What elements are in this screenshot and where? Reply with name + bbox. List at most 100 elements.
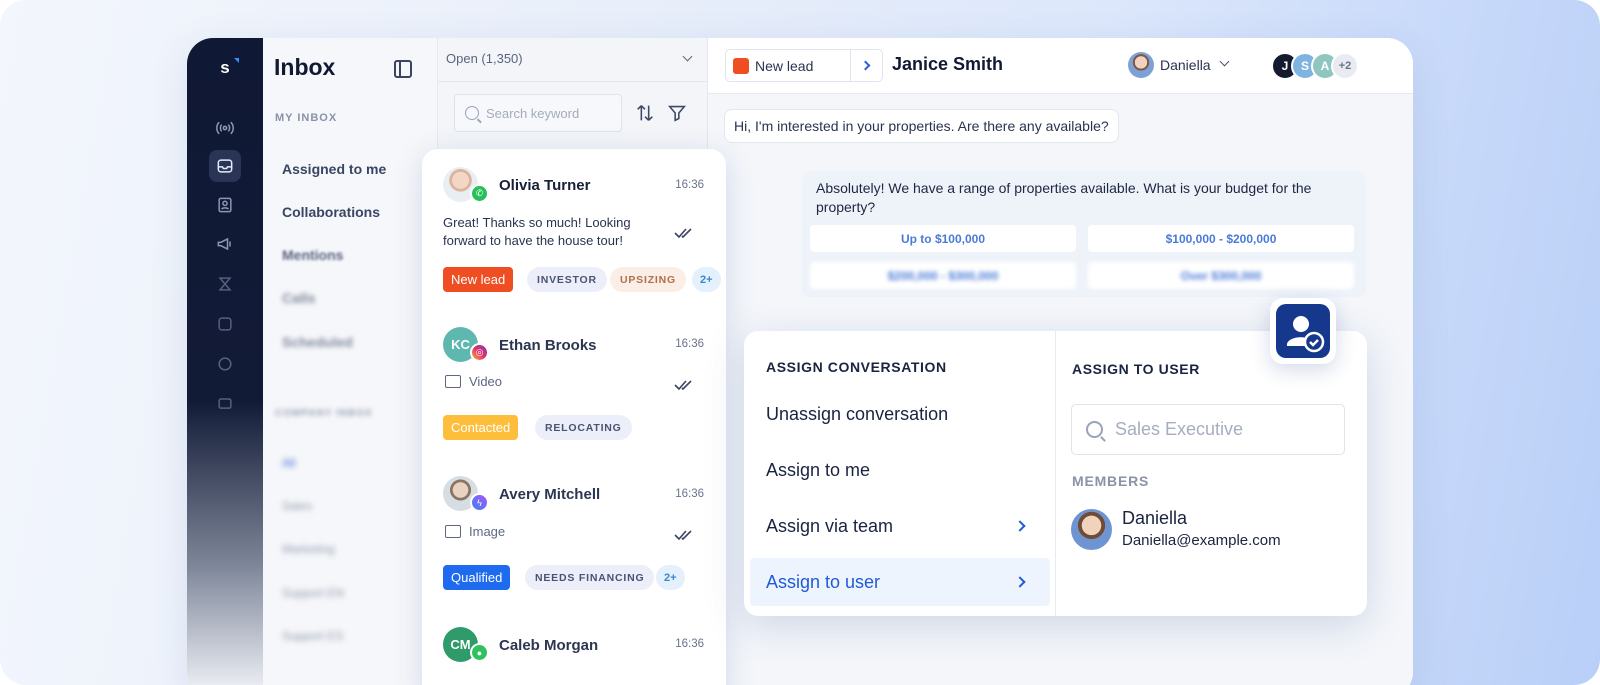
user-search-box[interactable] — [1071, 404, 1345, 455]
chevron-right-icon — [1014, 576, 1026, 588]
assign-to-me-option[interactable]: Assign to me — [750, 446, 1050, 494]
nav-item-sales[interactable]: Sales — [282, 499, 312, 513]
app-rail: s — [187, 38, 263, 685]
nav-item-collaborations[interactable]: Collaborations — [282, 204, 380, 220]
search-input[interactable] — [486, 105, 606, 121]
timestamp: 16:36 — [675, 638, 704, 650]
stage-tag: New lead — [443, 267, 514, 292]
image-icon — [445, 525, 461, 538]
budget-option[interactable]: $100,000 - $200,000 — [1088, 225, 1354, 252]
media-preview: Video — [445, 374, 502, 389]
messenger-icon: ϟ — [470, 493, 489, 512]
search-box[interactable] — [454, 94, 622, 132]
assign-options-panel: ASSIGN CONVERSATION Unassign conversatio… — [744, 331, 1056, 616]
stage-tag: Contacted — [443, 415, 519, 440]
label-tag: INVESTOR — [527, 267, 607, 292]
list-item[interactable]: KC ◎ Ethan Brooks 16:36 Video Contacted … — [422, 309, 726, 459]
sort-icon[interactable] — [634, 102, 656, 124]
inbox-nav: Inbox MY INBOX Assigned to me Collaborat… — [263, 38, 438, 685]
nav-item-assigned[interactable]: Assigned to me — [282, 161, 386, 177]
megaphone-icon[interactable] — [209, 228, 241, 260]
more-tags-badge[interactable]: 2+ — [656, 565, 685, 590]
budget-option[interactable]: Up to $100,000 — [810, 225, 1076, 252]
chevron-down-icon[interactable] — [682, 51, 693, 62]
member-name[interactable]: Daniella — [1122, 508, 1187, 529]
assign-title: ASSIGN CONVERSATION — [766, 359, 947, 375]
inbox-icon[interactable] — [209, 150, 241, 182]
assign-via-team-option[interactable]: Assign via team — [750, 502, 1050, 550]
chat-icon[interactable] — [209, 388, 241, 420]
stage-label: New lead — [755, 57, 814, 74]
search-icon — [465, 106, 479, 120]
video-icon — [445, 375, 461, 388]
assign-user-title: ASSIGN TO USER — [1072, 361, 1200, 377]
media-label: Image — [469, 524, 506, 539]
timestamp: 16:36 — [675, 179, 704, 191]
contact-name: Olivia Turner — [499, 177, 591, 194]
nav-item-support-en[interactable]: Support EN — [282, 586, 344, 600]
list-item[interactable]: ϟ Avery Mitchell 16:36 Image Qualified N… — [422, 459, 726, 609]
label-tag: UPSIZING — [610, 267, 686, 292]
filter-icon[interactable] — [666, 102, 688, 124]
nav-item-mentions[interactable]: Mentions — [282, 247, 343, 263]
whatsapp-icon: ✆ — [470, 184, 489, 203]
page-title: Inbox — [274, 54, 336, 80]
instagram-icon: ◎ — [470, 343, 489, 362]
nav-item-calls[interactable]: Calls — [282, 290, 315, 306]
avatar — [1128, 52, 1154, 78]
outgoing-message: Absolutely! We have a range of propertie… — [802, 171, 1366, 297]
chevron-right-icon — [860, 60, 870, 71]
budget-option[interactable]: Over $300,000 — [1088, 262, 1354, 289]
search-icon — [1086, 421, 1103, 438]
contacts-icon[interactable] — [209, 189, 241, 221]
member-email[interactable]: Daniella@example.com — [1122, 532, 1281, 549]
more-tags-badge[interactable]: 2+ — [692, 267, 721, 292]
label-tag: RELOCATING — [535, 415, 632, 440]
read-receipt-icon — [674, 527, 696, 541]
participants-more-badge[interactable]: +2 — [1331, 52, 1359, 80]
app-logo: s — [214, 58, 239, 80]
option-label: Unassign conversation — [766, 404, 949, 424]
broadcast-icon[interactable] — [209, 112, 241, 144]
contact-name[interactable]: Janice Smith — [892, 54, 1003, 75]
media-label: Video — [469, 374, 503, 389]
stage-color-dot — [733, 57, 749, 74]
read-receipt-icon — [674, 377, 696, 391]
status-filter[interactable]: Open (1,350) — [446, 51, 523, 66]
read-receipt-icon — [674, 225, 696, 239]
budget-option[interactable]: $200,000 - $300,000 — [810, 262, 1076, 289]
workflow-icon[interactable] — [209, 268, 241, 300]
assign-to-user-option[interactable]: Assign to user — [750, 558, 1050, 606]
company-section-label: COMPANY INBOX — [275, 408, 373, 419]
user-search-input[interactable] — [1115, 419, 1335, 440]
assign-popover: ASSIGN CONVERSATION Unassign conversatio… — [744, 331, 1367, 616]
assign-user-badge — [1270, 298, 1336, 364]
unassign-option[interactable]: Unassign conversation — [750, 390, 1050, 438]
next-stage-button[interactable] — [850, 50, 882, 81]
option-label: Assign to me — [766, 460, 871, 480]
chevron-down-icon[interactable] — [1219, 56, 1230, 67]
contact-name: Caleb Morgan — [499, 637, 599, 654]
timestamp: 16:36 — [675, 488, 704, 500]
nav-item-marketing[interactable]: Marketing — [282, 542, 335, 556]
lifecycle-stage-selector[interactable]: New lead — [725, 49, 883, 82]
user-check-icon — [1276, 304, 1330, 358]
owner-name[interactable]: Daniella — [1160, 57, 1211, 73]
nav-item-support-es[interactable]: Support ES — [282, 629, 343, 643]
nav-item-all[interactable]: All — [282, 456, 295, 470]
nav-item-scheduled[interactable]: Scheduled — [282, 334, 353, 350]
contact-name: Avery Mitchell — [499, 486, 601, 503]
divider — [438, 81, 707, 82]
option-label: Assign via team — [766, 516, 894, 536]
chevron-right-icon — [1014, 520, 1026, 532]
sidebar-toggle-icon[interactable] — [394, 60, 412, 78]
list-item[interactable]: ✆ Olivia Turner 16:36 Great! Thanks so m… — [422, 149, 726, 309]
reports-icon[interactable] — [209, 308, 241, 340]
list-item[interactable]: CM ● Caleb Morgan 16:36 — [422, 609, 726, 685]
nav-section-label: MY INBOX — [275, 112, 338, 124]
option-label: Assign to user — [766, 572, 881, 592]
label-tag: NEEDS FINANCING — [525, 565, 655, 590]
avatar[interactable] — [1071, 509, 1112, 550]
contact-name: Ethan Brooks — [499, 337, 597, 354]
settings-icon[interactable] — [209, 348, 241, 380]
